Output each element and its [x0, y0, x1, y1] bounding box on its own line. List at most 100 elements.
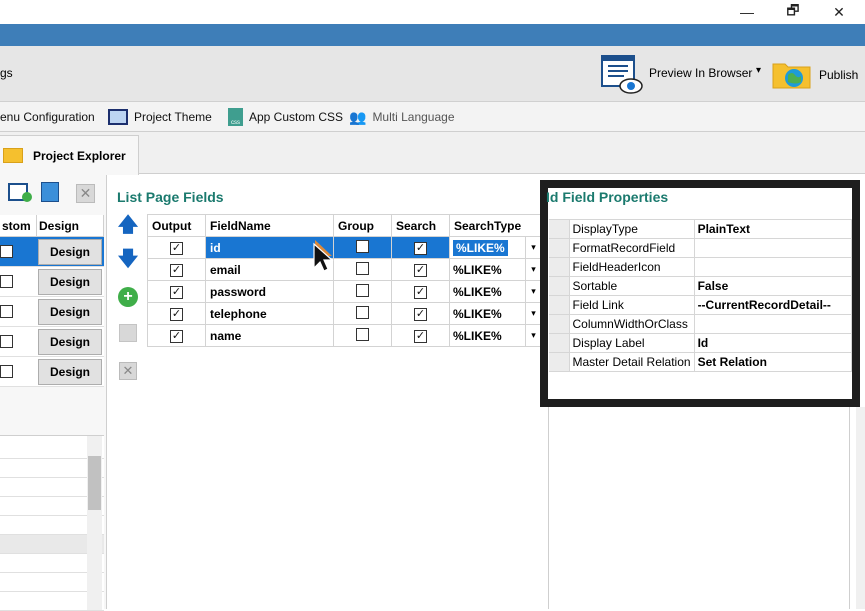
table-row[interactable]: ✓ telephone ✓ %LIKE% ▾: [147, 302, 542, 325]
search-checkbox[interactable]: ✓: [414, 308, 427, 321]
group-checkbox[interactable]: [356, 327, 369, 341]
table-row[interactable]: ✓ id ✓ %LIKE% ▾: [147, 236, 542, 259]
design-button[interactable]: Design: [38, 269, 102, 295]
searchtype-cell[interactable]: %LIKE%: [449, 324, 526, 347]
column-header-output[interactable]: Output: [147, 214, 206, 237]
property-value[interactable]: [693, 257, 852, 277]
table-row[interactable]: Design: [0, 297, 104, 327]
output-cell: ✓: [147, 302, 206, 325]
table-row[interactable]: Design: [0, 327, 104, 357]
property-row[interactable]: Field Link --CurrentRecordDetail--: [549, 295, 852, 315]
property-row[interactable]: Master Detail Relation Set Relation: [549, 352, 852, 372]
column-header-searchtype[interactable]: SearchType: [449, 214, 542, 237]
add-field-icon[interactable]: +: [114, 283, 142, 311]
table-row[interactable]: Design: [0, 357, 104, 387]
searchtype-cell[interactable]: %LIKE%: [449, 280, 526, 303]
mouse-cursor-icon: [313, 240, 334, 272]
project-theme-button[interactable]: Project Theme: [108, 102, 212, 132]
group-cell: [333, 236, 392, 259]
field-properties-title: Id Field Properties: [546, 189, 669, 205]
searchtype-cell[interactable]: %LIKE%: [449, 236, 526, 259]
property-value[interactable]: [693, 314, 852, 334]
fieldname-cell[interactable]: password: [205, 280, 334, 303]
scrollbar-thumb[interactable]: [88, 456, 101, 510]
property-value[interactable]: --CurrentRecordDetail--: [693, 295, 852, 315]
left-grid-header-design: Design: [37, 215, 104, 236]
table-row[interactable]: Design: [0, 267, 104, 297]
custom-checkbox[interactable]: [0, 335, 13, 348]
remove-field-icon[interactable]: ✕: [114, 357, 142, 385]
design-button[interactable]: Design: [38, 299, 102, 325]
right-scrollbar[interactable]: [856, 407, 865, 609]
minimize-button[interactable]: —: [724, 0, 770, 24]
output-checkbox[interactable]: ✓: [170, 264, 183, 277]
property-value[interactable]: PlainText: [693, 219, 852, 239]
group-checkbox[interactable]: [356, 261, 369, 275]
property-value[interactable]: Set Relation: [693, 352, 852, 372]
search-checkbox[interactable]: ✓: [414, 330, 427, 343]
move-up-arrow-icon[interactable]: 🡅: [114, 213, 142, 241]
property-row[interactable]: Display Label Id: [549, 333, 852, 353]
restore-button[interactable]: 🗗: [770, 0, 816, 24]
search-checkbox[interactable]: ✓: [414, 242, 427, 255]
searchtype-cell[interactable]: %LIKE%: [449, 302, 526, 325]
search-checkbox[interactable]: ✓: [414, 264, 427, 277]
output-checkbox[interactable]: ✓: [170, 286, 183, 299]
output-cell: ✓: [147, 258, 206, 281]
custom-checkbox[interactable]: [0, 245, 13, 258]
custom-checkbox[interactable]: [0, 275, 13, 288]
property-row[interactable]: DisplayType PlainText: [549, 219, 852, 239]
menu-configuration-button[interactable]: enu Configuration: [0, 102, 95, 132]
property-row-gutter: [549, 333, 570, 353]
fieldname-cell[interactable]: telephone: [205, 302, 334, 325]
fieldname-cell[interactable]: name: [205, 324, 334, 347]
column-header-fieldname[interactable]: FieldName: [205, 214, 334, 237]
preview-dropdown-icon[interactable]: ▾: [756, 65, 761, 76]
move-down-arrow-icon[interactable]: 🡇: [114, 247, 142, 275]
output-checkbox[interactable]: ✓: [170, 242, 183, 255]
ribbon-partial-label[interactable]: gs: [0, 66, 13, 80]
search-cell: ✓: [391, 324, 450, 347]
property-row[interactable]: Sortable False: [549, 276, 852, 296]
output-checkbox[interactable]: ✓: [170, 330, 183, 343]
searchtype-cell[interactable]: %LIKE%: [449, 258, 526, 281]
delete-icon[interactable]: ✕: [76, 184, 95, 203]
design-button[interactable]: Design: [38, 359, 102, 385]
edit-field-icon[interactable]: [114, 319, 142, 347]
property-row[interactable]: ColumnWidthOrClass: [549, 314, 852, 334]
group-checkbox[interactable]: [356, 283, 369, 297]
property-row[interactable]: FormatRecordField: [549, 238, 852, 258]
restore-icon: 🗗: [786, 2, 800, 18]
tab-project-explorer[interactable]: Project Explorer: [0, 135, 139, 175]
property-value[interactable]: False: [693, 276, 852, 296]
table-row[interactable]: ✓ password ✓ %LIKE% ▾: [147, 280, 542, 303]
table-row[interactable]: Design: [0, 237, 104, 267]
design-button[interactable]: Design: [38, 239, 102, 265]
copy-page-icon[interactable]: [41, 182, 59, 202]
column-header-search[interactable]: Search: [391, 214, 450, 237]
table-row[interactable]: ✓ name ✓ %LIKE% ▾: [147, 324, 542, 347]
property-row-gutter: [549, 314, 570, 334]
property-row[interactable]: FieldHeaderIcon: [549, 257, 852, 277]
property-value[interactable]: [693, 238, 852, 258]
design-button[interactable]: Design: [38, 329, 102, 355]
search-checkbox[interactable]: ✓: [414, 286, 427, 299]
property-value[interactable]: Id: [693, 333, 852, 353]
custom-checkbox[interactable]: [0, 365, 13, 378]
table-row[interactable]: ✓ email ✓ %LIKE% ▾: [147, 258, 542, 281]
publish-button[interactable]: Publish: [770, 54, 862, 94]
project-explorer-label: Project Explorer: [33, 148, 126, 163]
output-checkbox[interactable]: ✓: [170, 308, 183, 321]
column-header-group[interactable]: Group: [333, 214, 392, 237]
preview-in-browser-button[interactable]: Preview In Browser ▾: [600, 52, 761, 96]
multi-language-button[interactable]: 👥 Multi Language: [349, 102, 455, 132]
property-name: FormatRecordField: [568, 238, 695, 258]
ribbon: gs Preview In Browser ▾ Publish: [0, 46, 865, 102]
app-custom-css-button[interactable]: css App Custom CSS: [228, 102, 343, 132]
custom-checkbox[interactable]: [0, 305, 13, 318]
group-checkbox[interactable]: [356, 239, 369, 253]
close-window-button[interactable]: ✕: [816, 0, 862, 24]
group-checkbox[interactable]: [356, 305, 369, 319]
table-header-row: Output FieldName Group Search SearchType: [147, 214, 542, 237]
close-icon: ✕: [833, 3, 845, 20]
